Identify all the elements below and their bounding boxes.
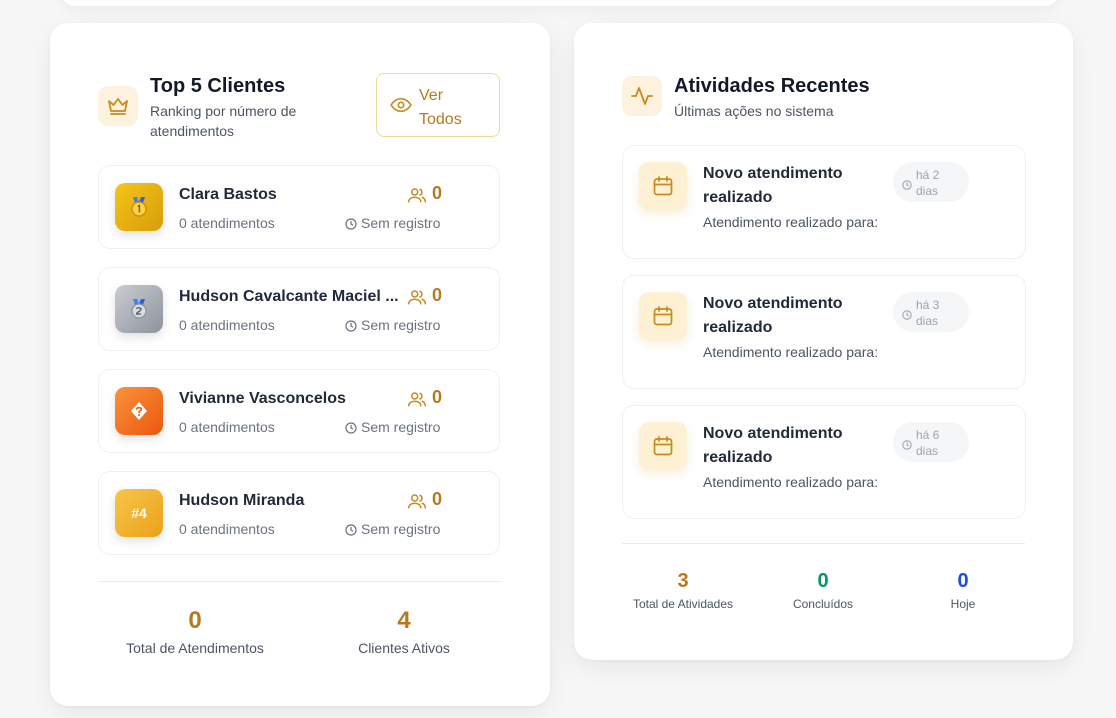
activity-title: Novo atendimento realizado [703,165,843,206]
clock-icon [902,177,912,195]
total-activities-label: Total de Atividades [632,597,734,611]
active-clients-value: 4 [397,607,411,634]
client-appointments: 0 atendimentos [179,419,275,435]
completed-value: 0 [817,570,829,592]
recent-activities-card: Atividades Recentes Últimas ações no sis… [574,23,1073,660]
top-clients-card: Top 5 Clientes Ranking por número de ate… [50,23,550,706]
unknown-glyph-icon [131,402,147,420]
users-icon [408,187,426,208]
recent-activities-title: Atividades Recentes [674,75,870,97]
recent-activities-subtitle: Últimas ações no sistema [674,103,834,119]
completed-label: Concluídos [792,597,854,611]
activity-time: há 2 dias [916,168,940,198]
client-card[interactable]: Hudson Cavalcante Maciel ... 0 atendimen… [98,267,500,351]
calendar-icon [639,162,687,210]
users-icon [408,289,426,310]
activity-time: há 3 dias [916,298,940,328]
client-appointments: 0 atendimentos [179,215,275,231]
client-name: Hudson Miranda [179,492,305,509]
activity-title: Novo atendimento realizado [703,295,843,336]
client-last-visit: Sem registro [361,215,441,231]
divider [622,543,1025,544]
total-appointments-value: 0 [188,607,202,634]
view-all-label: Ver Todos [419,87,462,128]
calendar-icon [639,422,687,470]
users-icon [408,391,426,412]
total-activities-value: 3 [677,570,689,592]
client-count: 0 [432,285,443,305]
client-card[interactable]: #4 Hudson Miranda 0 atendimentos 0 Sem r… [98,471,500,555]
client-card[interactable]: Vivianne Vasconcelos 0 atendimentos 0 Se… [98,369,500,453]
rank-badge: #4 [115,489,163,537]
client-name: Clara Bastos [179,186,277,203]
calendar-icon [639,292,687,340]
gold-medal-icon [115,183,163,231]
activity-description: Atendimento realizado para: [703,214,879,230]
view-all-button[interactable]: Ver Todos [376,73,500,137]
client-appointments: 0 atendimentos [179,521,275,537]
clock-icon [345,523,357,541]
eye-icon [390,96,412,119]
activity-title: Novo atendimento realizado [703,425,843,466]
today-value: 0 [957,570,969,592]
clock-icon [345,319,357,337]
client-count: 0 [432,183,443,203]
users-icon [408,493,426,514]
divider [98,581,502,582]
top-clients-subtitle: Ranking por número de atendimentos [150,103,297,139]
clock-icon [902,307,912,325]
today-label: Hoje [950,597,976,611]
rank-badge [115,387,163,435]
client-last-visit: Sem registro [361,419,441,435]
client-name: Vivianne Vasconcelos [179,390,346,407]
client-last-visit: Sem registro [361,317,441,333]
activity-item[interactable]: Novo atendimento realizado Atendimento r… [622,405,1026,519]
activity-time: há 6 dias [916,428,940,458]
activity-icon [622,76,662,116]
active-clients-label: Clientes Ativos [358,640,450,656]
client-card[interactable]: Clara Bastos 0 atendimentos 0 Sem regist… [98,165,500,249]
client-appointments: 0 atendimentos [179,317,275,333]
client-name: Hudson Cavalcante Maciel ... [179,288,399,305]
rank-badge-text: #4 [131,505,147,521]
silver-medal-icon [115,285,163,333]
activity-time-badge: há 3 dias [893,292,969,332]
client-count: 0 [432,387,443,407]
total-appointments-label: Total de Atendimentos [126,640,264,656]
crown-icon [98,86,138,126]
activity-time-badge: há 6 dias [893,422,969,462]
clock-icon [345,217,357,235]
activity-item[interactable]: Novo atendimento realizado Atendimento r… [622,145,1026,259]
top-clients-title: Top 5 Clientes [150,75,286,97]
activity-time-badge: há 2 dias [893,162,969,202]
previous-card-edge [60,0,1060,6]
clock-icon [902,437,912,455]
activity-item[interactable]: Novo atendimento realizado Atendimento r… [622,275,1026,389]
client-last-visit: Sem registro [361,521,441,537]
activity-description: Atendimento realizado para: [703,474,879,490]
client-count: 0 [432,489,443,509]
clock-icon [345,421,357,439]
activity-description: Atendimento realizado para: [703,344,879,360]
